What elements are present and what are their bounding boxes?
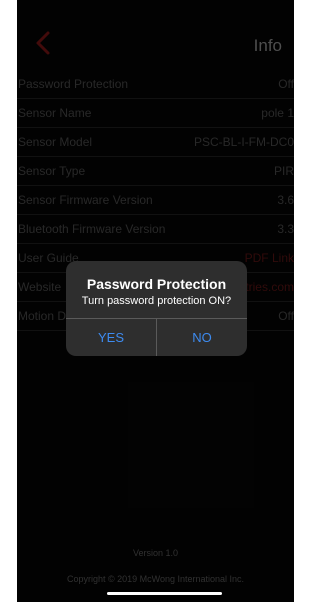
home-indicator[interactable] bbox=[107, 592, 222, 595]
password-protection-dialog: Password Protection Turn password protec… bbox=[66, 261, 247, 356]
dialog-message: Turn password protection ON? bbox=[81, 295, 232, 307]
app-screen: Info Password Protection Off Sensor Name… bbox=[17, 0, 294, 602]
no-button[interactable]: NO bbox=[157, 319, 247, 356]
yes-button[interactable]: YES bbox=[66, 319, 156, 356]
dialog-title: Password Protection bbox=[86, 276, 227, 292]
